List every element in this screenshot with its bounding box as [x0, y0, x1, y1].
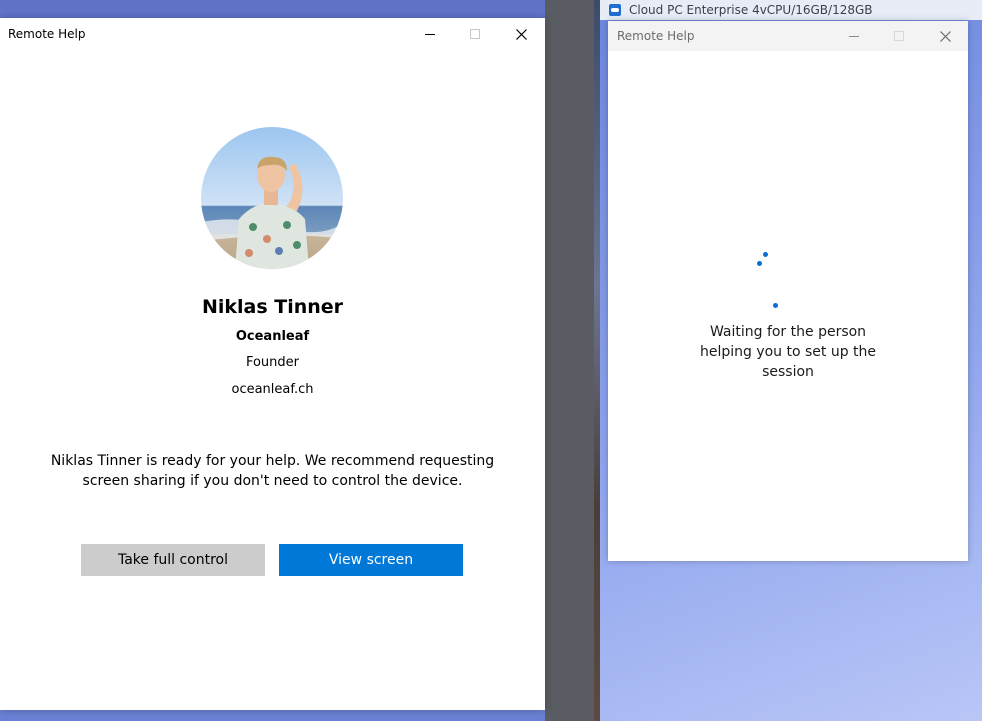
close-icon — [939, 30, 951, 42]
remote-help-window-sharer: Remote Help Waiting for the person helpi… — [608, 21, 968, 561]
minimize-button[interactable] — [831, 21, 877, 51]
desktop-divider — [545, 0, 595, 721]
contact-role: Founder — [245, 355, 300, 370]
remote-help-window-helper: Remote Help Niklas Tinner Oceanleaf Foun… — [0, 18, 545, 710]
close-icon — [515, 28, 527, 40]
take-full-control-button[interactable]: Take full control — [81, 544, 265, 576]
profile-photo — [201, 127, 343, 269]
maximize-button[interactable] — [876, 21, 922, 51]
contact-website: oceanleaf.ch — [231, 382, 314, 397]
cloud-pc-icon — [609, 4, 621, 16]
window-title: Remote Help — [8, 27, 86, 41]
spinner-dot — [763, 252, 768, 257]
cloud-pc-label: Cloud PC Enterprise 4vCPU/16GB/128GB — [629, 3, 873, 17]
maximize-icon — [470, 29, 480, 39]
spinner-dot — [773, 303, 778, 308]
minimize-icon — [849, 36, 859, 37]
contact-name: Niklas Tinner — [201, 296, 344, 318]
window-title: Remote Help — [617, 29, 695, 43]
close-button[interactable] — [922, 21, 968, 51]
title-bar[interactable]: Remote Help — [0, 18, 545, 50]
close-button[interactable] — [498, 18, 544, 50]
maximize-button[interactable] — [452, 18, 498, 50]
minimize-icon — [425, 34, 435, 35]
avatar — [201, 127, 343, 269]
maximize-icon — [894, 31, 904, 41]
contact-company: Oceanleaf — [235, 329, 310, 344]
minimize-button[interactable] — [407, 18, 453, 50]
spinner-dot — [757, 261, 762, 266]
ready-message: Niklas Tinner is ready for your help. We… — [50, 453, 495, 489]
title-bar[interactable]: Remote Help — [608, 21, 968, 51]
cloud-pc-tab[interactable]: Cloud PC Enterprise 4vCPU/16GB/128GB — [600, 0, 982, 20]
waiting-status: Waiting for the person helping you to se… — [699, 324, 877, 380]
view-screen-button[interactable]: View screen — [279, 544, 463, 576]
